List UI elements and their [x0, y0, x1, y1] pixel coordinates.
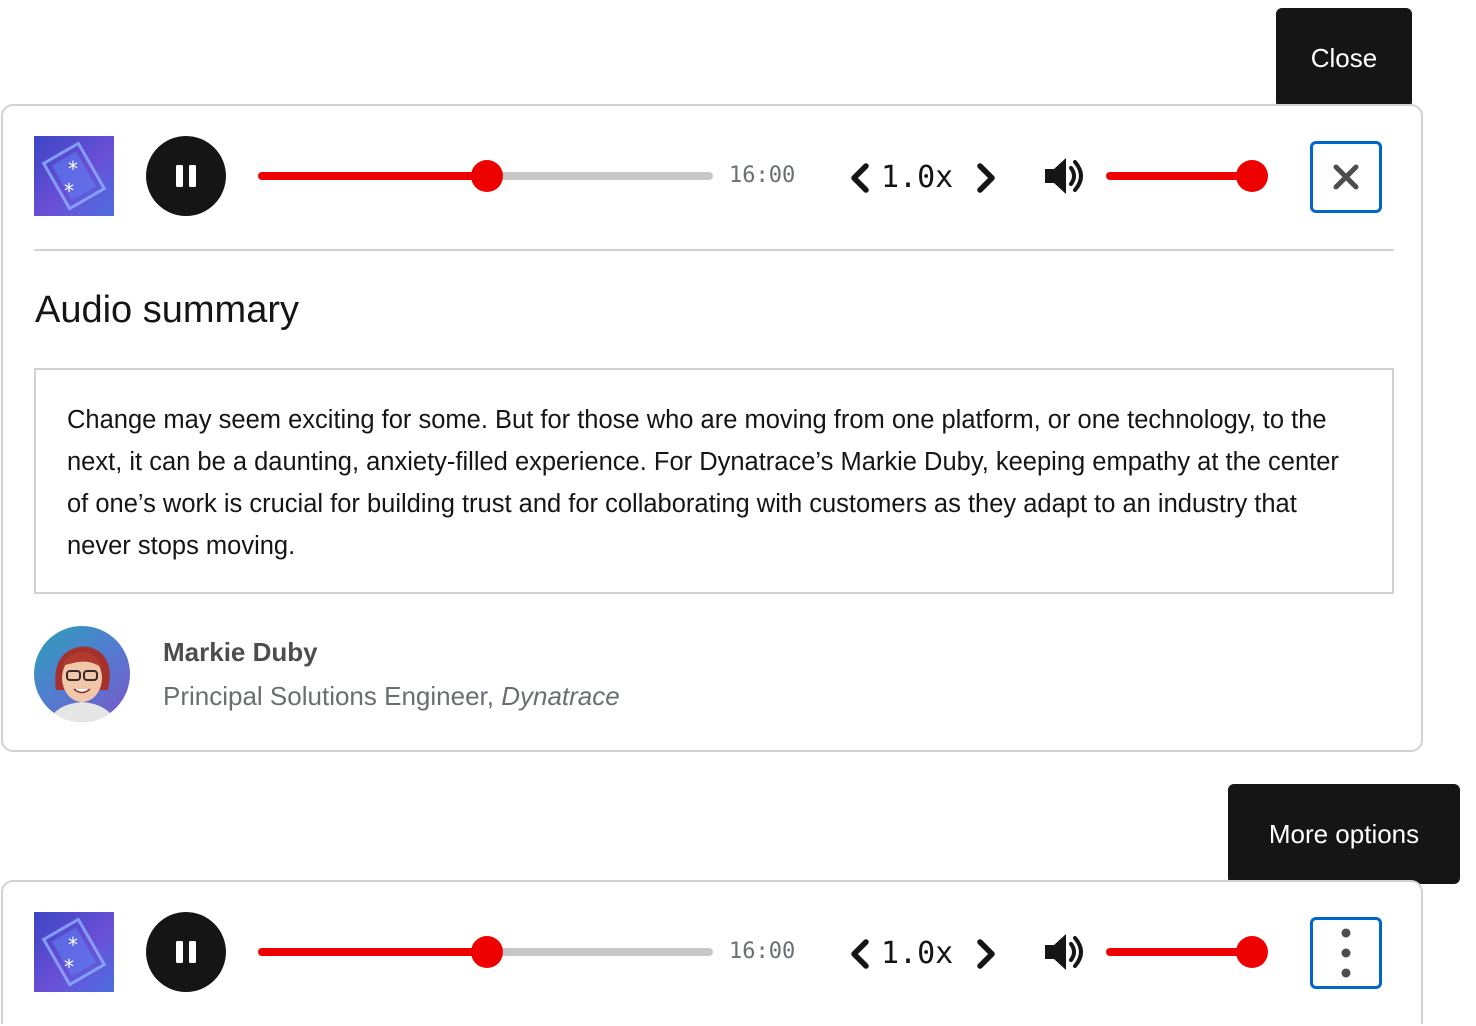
volume-handle[interactable] — [1236, 160, 1268, 192]
more-options-button[interactable] — [1310, 917, 1382, 989]
chevron-right-icon — [977, 939, 995, 969]
author-name: Markie Duby — [163, 637, 318, 667]
audio-player-compact: * * 16:00 1.0x — [1, 880, 1423, 1024]
svg-text:*: * — [64, 179, 74, 203]
close-icon — [1333, 164, 1359, 190]
cover-art-icon: * * — [34, 136, 114, 216]
more-options-tooltip: More options — [1228, 784, 1460, 896]
progress-fill — [258, 172, 487, 180]
author-role: Principal Solutions Engineer, Dynatrace — [163, 678, 620, 714]
svg-text:*: * — [68, 157, 78, 181]
progress-handle[interactable] — [470, 160, 503, 192]
summary-heading: Audio summary — [35, 289, 299, 331]
mute-button[interactable] — [1041, 930, 1093, 974]
close-tooltip-text: Close — [1310, 43, 1378, 73]
divider — [34, 249, 1394, 251]
summary-text: Change may seem exciting for some. But f… — [34, 368, 1394, 594]
pause-icon — [176, 165, 196, 187]
pause-button[interactable] — [146, 136, 226, 216]
close-button[interactable] — [1310, 141, 1382, 213]
pause-icon — [176, 941, 196, 963]
author-company: Dynatrace — [501, 681, 620, 711]
more-options-tooltip-text: More options — [1268, 819, 1420, 849]
volume-icon — [1045, 934, 1083, 970]
playback-rate: 1.0x — [881, 936, 954, 971]
chevron-right-icon — [977, 163, 995, 193]
cover-art-icon: * * — [34, 912, 114, 992]
decrease-rate-button[interactable] — [846, 938, 874, 970]
volume-handle[interactable] — [1236, 936, 1268, 968]
volume-icon — [1045, 158, 1083, 194]
chevron-left-icon — [851, 939, 869, 969]
progress-slider[interactable] — [258, 160, 713, 192]
volume-slider[interactable] — [1106, 160, 1268, 192]
progress-fill — [258, 948, 487, 956]
author-title: Principal Solutions Engineer, — [163, 681, 502, 711]
avatar — [34, 626, 130, 722]
chevron-left-icon — [851, 163, 869, 193]
player-controls: * * 16:00 1.0x — [3, 882, 1421, 1026]
close-tooltip: Close — [1276, 8, 1412, 120]
increase-rate-button[interactable] — [972, 938, 1000, 970]
progress-handle[interactable] — [470, 936, 503, 968]
svg-text:*: * — [68, 933, 78, 957]
kebab-icon — [1341, 928, 1351, 978]
volume-slider[interactable] — [1106, 936, 1268, 968]
player-controls: * * 16:00 1.0x — [3, 106, 1421, 250]
decrease-rate-button[interactable] — [846, 162, 874, 194]
audio-player-expanded: * * 16:00 1.0x Audio summary Change may … — [1, 104, 1423, 752]
current-time: 16:00 — [729, 163, 796, 188]
current-time: 16:00 — [729, 939, 796, 964]
mute-button[interactable] — [1041, 154, 1093, 198]
svg-text:*: * — [64, 955, 74, 979]
pause-button[interactable] — [146, 912, 226, 992]
progress-slider[interactable] — [258, 936, 713, 968]
increase-rate-button[interactable] — [972, 162, 1000, 194]
playback-rate: 1.0x — [881, 160, 954, 195]
